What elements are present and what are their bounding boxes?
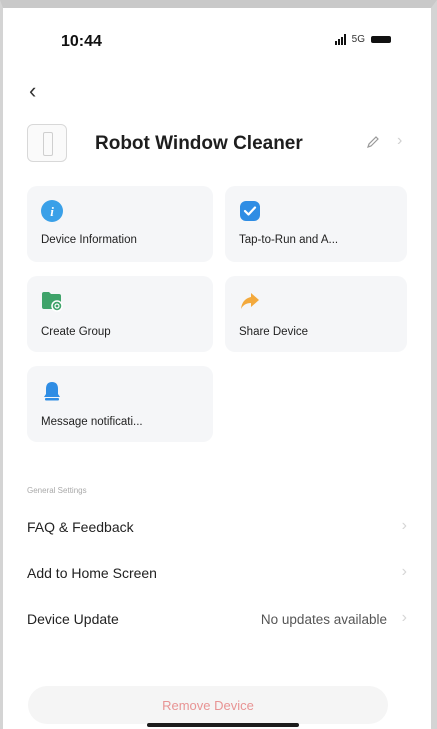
card-device-information[interactable]: i Device Information [27, 186, 213, 262]
share-arrow-icon [241, 293, 259, 309]
group-icon [42, 292, 63, 312]
chevron-right-icon: › [401, 563, 407, 580]
battery-icon [371, 36, 391, 43]
card-tap-to-run[interactable]: Tap-to-Run and A... [225, 186, 407, 262]
status-bar: 10:44 5G [3, 8, 431, 68]
info-icon: i [41, 200, 63, 222]
signal-icon [334, 34, 346, 45]
network-label: 5G [351, 34, 365, 45]
svg-text:i: i [50, 204, 54, 219]
remove-device-button[interactable]: Remove Device [28, 686, 388, 724]
back-icon[interactable]: ‹ [29, 80, 36, 102]
card-label: Create Group [41, 326, 111, 338]
card-message-notification[interactable]: Message notificati... [27, 366, 213, 442]
card-label: Device Information [41, 234, 137, 246]
chevron-right-icon: › [397, 132, 403, 149]
device-header: Robot Window Cleaner › [27, 124, 407, 164]
home-indicator[interactable] [147, 723, 299, 727]
card-label: Share Device [239, 326, 309, 338]
row-value: No updates available [260, 612, 387, 627]
device-thumbnail [27, 124, 67, 162]
card-label: Message notificati... [41, 416, 143, 428]
settings-row-device-update[interactable]: Device Update No updates available › [27, 600, 407, 640]
phone-screen: 10:44 5G ‹ Robot Window Cleaner › i Devi… [0, 0, 437, 729]
settings-row-faq[interactable]: FAQ & Feedback › [27, 508, 407, 548]
status-icons: 5G [334, 34, 391, 45]
settings-row-home-screen[interactable]: Add to Home Screen › [27, 554, 407, 594]
device-name: Robot Window Cleaner [95, 133, 303, 154]
chevron-right-icon: › [401, 609, 407, 626]
row-label: Add to Home Screen [27, 565, 157, 581]
section-title: General Settings [27, 486, 87, 495]
chevron-right-icon: › [401, 517, 407, 534]
check-shield-icon [240, 201, 260, 221]
bell-icon [44, 382, 60, 401]
row-label: Device Update [27, 611, 119, 627]
card-label: Tap-to-Run and A... [239, 234, 339, 246]
edit-pencil-icon[interactable] [365, 134, 381, 150]
status-time: 10:44 [61, 33, 102, 50]
row-label: FAQ & Feedback [27, 519, 134, 535]
card-create-group[interactable]: Create Group [27, 276, 213, 352]
card-share-device[interactable]: Share Device [225, 276, 407, 352]
